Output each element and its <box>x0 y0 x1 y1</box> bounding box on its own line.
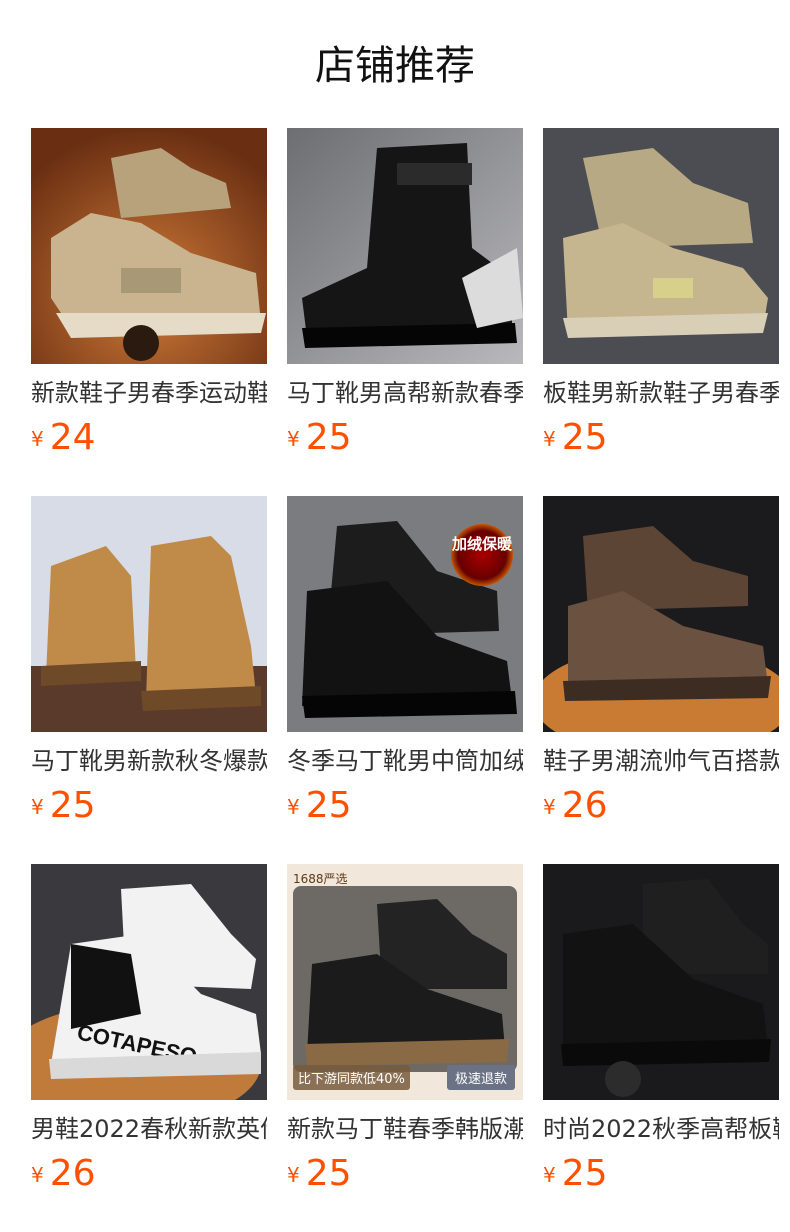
currency-symbol: ¥ <box>31 1163 44 1187</box>
product-price: ¥26 <box>543 786 608 826</box>
price-amount: 25 <box>305 785 352 826</box>
warm-fleece-badge: 加绒保暖 <box>451 524 513 586</box>
product-card[interactable]: 新款鞋子男春季运动鞋 ¥24 <box>31 128 267 458</box>
currency-symbol: ¥ <box>543 1163 556 1187</box>
product-price: ¥25 <box>287 786 352 826</box>
product-card[interactable]: COTAPESO 男鞋2022春秋新款英伦 ¥26 <box>31 864 267 1194</box>
product-name[interactable]: 新款鞋子男春季运动鞋 <box>31 376 267 410</box>
product-card[interactable]: 板鞋男新款鞋子男春季 ¥25 <box>543 128 779 458</box>
product-name[interactable]: 新款马丁鞋春季韩版潮 <box>287 1112 523 1146</box>
currency-symbol: ¥ <box>287 795 300 819</box>
product-card[interactable]: 鞋子男潮流帅气百搭款 ¥26 <box>543 496 779 826</box>
product-price: ¥26 <box>31 1154 96 1194</box>
product-name[interactable]: 冬季马丁靴男中筒加绒 <box>287 744 523 778</box>
product-price: ¥25 <box>543 418 608 458</box>
product-image[interactable] <box>543 496 779 732</box>
product-image[interactable] <box>287 128 523 364</box>
quality-badge: 1688严选 <box>293 872 348 886</box>
product-name[interactable]: 男鞋2022春秋新款英伦 <box>31 1112 267 1146</box>
currency-symbol: ¥ <box>287 1163 300 1187</box>
currency-symbol: ¥ <box>287 427 300 451</box>
product-image[interactable]: COTAPESO <box>31 864 267 1100</box>
product-image[interactable] <box>31 496 267 732</box>
price-amount: 26 <box>561 785 608 826</box>
product-price: ¥25 <box>31 786 96 826</box>
product-price: ¥25 <box>287 1154 352 1194</box>
price-amount: 26 <box>49 1153 96 1194</box>
price-amount: 25 <box>305 417 352 458</box>
currency-symbol: ¥ <box>31 795 44 819</box>
product-card[interactable]: 加绒保暖 冬季马丁靴男中筒加绒 ¥25 <box>287 496 523 826</box>
product-image[interactable] <box>31 128 267 364</box>
product-image[interactable]: 加绒保暖 <box>287 496 523 732</box>
product-name[interactable]: 时尚2022秋季高帮板鞋 <box>543 1112 779 1146</box>
product-image[interactable] <box>543 864 779 1100</box>
price-compare-badge: 比下游同款低40% <box>293 1065 410 1090</box>
product-image[interactable] <box>543 128 779 364</box>
product-card[interactable]: 马丁靴男新款秋冬爆款 ¥25 <box>31 496 267 826</box>
product-card[interactable]: 马丁靴男高帮新款春季 ¥25 <box>287 128 523 458</box>
product-name[interactable]: 马丁靴男高帮新款春季 <box>287 376 523 410</box>
product-price: ¥25 <box>543 1154 608 1194</box>
currency-symbol: ¥ <box>31 427 44 451</box>
product-card[interactable]: 1688严选 比下游同款低40% 极速退款 新款马丁鞋春季韩版潮 ¥25 <box>287 864 523 1194</box>
product-price: ¥25 <box>287 418 352 458</box>
price-amount: 25 <box>561 1153 608 1194</box>
product-name[interactable]: 鞋子男潮流帅气百搭款 <box>543 744 779 778</box>
product-name[interactable]: 马丁靴男新款秋冬爆款 <box>31 744 267 778</box>
product-card[interactable]: 时尚2022秋季高帮板鞋 ¥25 <box>543 864 779 1194</box>
price-amount: 24 <box>49 417 96 458</box>
price-amount: 25 <box>561 417 608 458</box>
fast-refund-badge: 极速退款 <box>446 1065 515 1090</box>
product-price: ¥24 <box>31 418 96 458</box>
product-image[interactable]: 1688严选 比下游同款低40% 极速退款 <box>287 864 523 1100</box>
section-title: 店铺推荐 <box>315 43 475 89</box>
product-name[interactable]: 板鞋男新款鞋子男春季 <box>543 376 779 410</box>
currency-symbol: ¥ <box>543 795 556 819</box>
price-amount: 25 <box>49 785 96 826</box>
price-amount: 25 <box>305 1153 352 1194</box>
currency-symbol: ¥ <box>543 427 556 451</box>
